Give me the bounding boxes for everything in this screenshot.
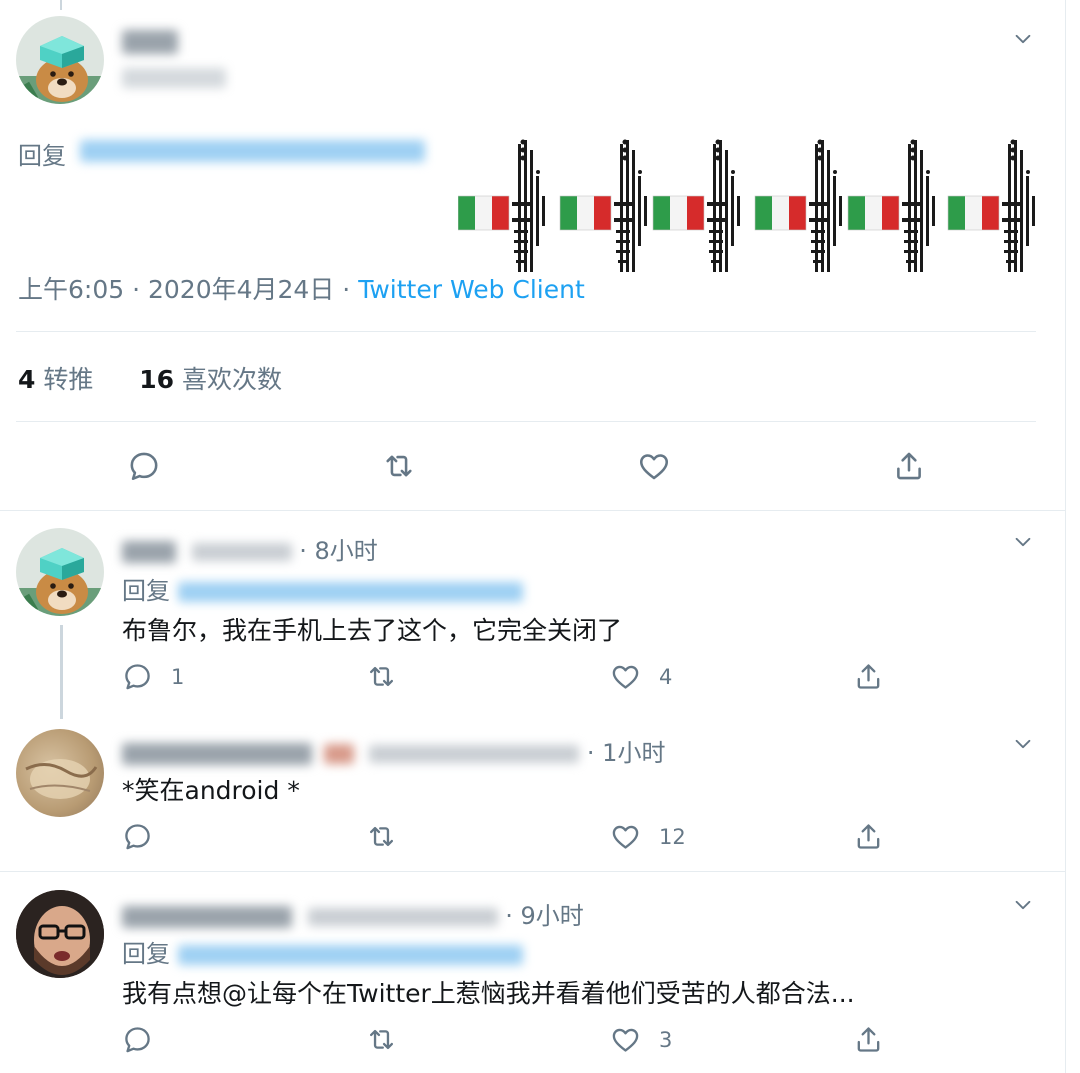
author-handle-redacted (122, 68, 226, 88)
divider (16, 331, 1036, 332)
reply-tweet[interactable]: · 9小时 回复 我有点想@让每个在Twitter上惹恼我并看着他们受苦的人都合… (0, 872, 1066, 1073)
meta-separator: · (342, 275, 351, 304)
author-badge-redacted (323, 744, 354, 764)
reply-action[interactable]: 1 (122, 661, 184, 692)
avatar-image (16, 528, 104, 616)
share-action[interactable] (853, 661, 884, 692)
author-name-redacted[interactable] (122, 541, 176, 563)
share-action[interactable] (853, 1024, 884, 1055)
share-icon (853, 821, 884, 852)
reply-tweet[interactable]: · 1小时 *笑在android * 12 (0, 719, 1066, 871)
reply-header: · 9小时 (122, 896, 584, 931)
retweets-stat[interactable]: 4 转推 (18, 365, 93, 394)
tweet-meta: 上午6:05 · 2020年4月24日 · Twitter Web Client (18, 270, 585, 306)
reply-text: 我有点想@让每个在Twitter上惹恼我并看着他们受苦的人都合法... (122, 979, 855, 1008)
reply-header: · 1小时 (122, 733, 665, 768)
chevron-down-icon[interactable] (1012, 733, 1034, 755)
avatar[interactable] (16, 729, 104, 817)
reply-mentions-redacted[interactable] (177, 582, 523, 602)
reply-header: · 8小时 (122, 531, 378, 566)
share-icon (853, 1024, 884, 1055)
likes-stat[interactable]: 16 喜欢次数 (139, 365, 282, 394)
like-icon (610, 1024, 641, 1055)
reply-text: 布鲁尔，我在手机上去了这个，它完全关闭了 (122, 616, 623, 645)
retweet-action[interactable] (366, 661, 397, 692)
share-action[interactable] (853, 821, 884, 852)
reply-prefix: 回复 (122, 577, 170, 605)
reply-context: 回复 (122, 934, 523, 969)
like-count: 12 (659, 824, 686, 849)
tweet-time[interactable]: 上午6:05 (18, 275, 124, 304)
like-action[interactable]: 4 (610, 661, 672, 692)
reply-context: 回复 (122, 571, 523, 606)
reply-prefix: 回复 (122, 940, 170, 968)
reply-time[interactable]: · 1小时 (587, 739, 666, 767)
retweets-count: 4 (18, 365, 36, 394)
reply-text: *笑在android * (122, 776, 300, 805)
chevron-down-icon[interactable] (1012, 531, 1034, 553)
author-name-redacted[interactable] (122, 30, 178, 54)
tweet-emoji-art (458, 139, 1035, 272)
tweet-date[interactable]: 2020年4月24日 (148, 275, 334, 304)
tweet-stats: 4 转推 16 喜欢次数 (18, 360, 282, 396)
like-action[interactable]: 12 (610, 821, 686, 852)
chevron-down-icon[interactable] (1012, 28, 1034, 50)
reply-icon (122, 821, 153, 852)
likes-label: 喜欢次数 (182, 365, 283, 394)
divider (16, 421, 1036, 422)
avatar[interactable] (16, 890, 104, 978)
author-handle-redacted (307, 908, 498, 926)
reply-time[interactable]: · 8小时 (299, 537, 378, 565)
retweet-action[interactable] (366, 1024, 397, 1055)
retweet-icon (366, 661, 397, 692)
like-icon[interactable] (637, 449, 671, 483)
author-name-redacted[interactable] (122, 906, 292, 928)
reply-action[interactable] (122, 1024, 153, 1055)
reply-time[interactable]: · 9小时 (505, 902, 584, 930)
retweets-label: 转推 (43, 365, 94, 394)
chevron-down-icon[interactable] (1012, 894, 1034, 916)
avatar[interactable] (16, 528, 104, 616)
likes-count: 16 (139, 365, 175, 394)
reply-tweet[interactable]: · 8小时 回复 布鲁尔，我在手机上去了这个，它完全关闭了 1 4 (0, 511, 1066, 719)
tweet-client-link[interactable]: Twitter Web Client (358, 275, 585, 304)
reply-icon (122, 661, 153, 692)
author-handle-redacted (369, 745, 580, 763)
retweet-icon (366, 1024, 397, 1055)
reply-mentions-redacted[interactable] (80, 140, 425, 162)
reply-icon (122, 1024, 153, 1055)
like-count: 4 (659, 664, 673, 689)
share-icon[interactable] (892, 449, 926, 483)
focused-tweet: 回复 上午6:05 · 2020年4月24日 · Twitter Web Cli… (0, 0, 1066, 510)
author-name-redacted[interactable] (122, 743, 312, 765)
meta-separator: · (132, 275, 141, 304)
like-icon (610, 661, 641, 692)
share-icon (853, 661, 884, 692)
avatar[interactable] (16, 16, 104, 104)
reply-mentions-redacted[interactable] (177, 945, 523, 965)
like-action[interactable]: 3 (610, 1024, 672, 1055)
like-icon (610, 821, 641, 852)
author-handle-redacted (191, 543, 292, 561)
retweet-icon (366, 821, 397, 852)
reply-prefix: 回复 (18, 142, 66, 170)
reply-action[interactable] (122, 821, 153, 852)
avatar-image (25, 759, 98, 799)
thread-connector (60, 625, 63, 719)
like-count: 3 (659, 1027, 673, 1052)
avatar-image (16, 16, 104, 104)
avatar-image (16, 890, 104, 978)
retweet-action[interactable] (366, 821, 397, 852)
reply-count: 1 (171, 664, 185, 689)
retweet-icon[interactable] (382, 449, 416, 483)
reply-icon[interactable] (127, 449, 161, 483)
